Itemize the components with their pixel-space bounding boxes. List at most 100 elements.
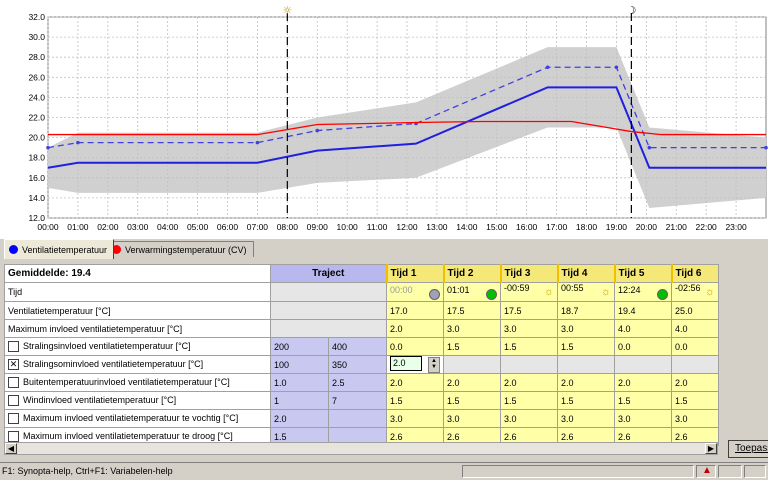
x-tick-label: 23:00 — [725, 222, 747, 232]
value-cell[interactable]: 2.0 — [386, 319, 444, 338]
tab-verwarmingstemperatuur[interactable]: Verwarmingstemperatuur (CV) — [107, 241, 254, 257]
value-cell — [671, 355, 719, 374]
scroll-right-button[interactable]: ▶ — [705, 443, 717, 454]
row-label: Maximum invloed ventilatietemperatuur te… — [23, 430, 233, 441]
value-cell[interactable]: 0.0 — [386, 337, 444, 356]
traject-max[interactable]: 400 — [328, 337, 387, 356]
row-label-cell: Maximum invloed ventilatietemperatuur te… — [4, 409, 271, 428]
time-cell[interactable]: 00:00 — [386, 282, 444, 302]
value-cell[interactable]: 4.0 — [671, 319, 719, 338]
scroll-left-button[interactable]: ◀ — [5, 443, 17, 454]
value-cell[interactable]: 3.0 — [443, 409, 501, 428]
tijd-header-3[interactable]: Tijd 3 — [499, 264, 558, 283]
status-bar: F1: Synopta-help, Ctrl+F1: Variabelen-he… — [0, 462, 768, 480]
value-cell[interactable]: 18.7 — [557, 301, 615, 320]
tijd-header-4[interactable]: Tijd 4 — [556, 264, 615, 283]
value-cell[interactable]: 2.0 — [443, 373, 501, 392]
value-cell[interactable]: 2.0 — [557, 373, 615, 392]
traject-max[interactable]: 2.5 — [328, 373, 387, 392]
value-cell[interactable]: 17.0 — [386, 301, 444, 320]
row-label-cell: Stralingsinvloed ventilatietemperatuur [… — [4, 337, 271, 356]
value-cell[interactable]: 1.5 — [443, 391, 501, 410]
time-value: 12:24 — [618, 284, 641, 295]
time-cell[interactable]: -00:59 ☼ — [500, 282, 558, 302]
traject-min[interactable]: 2.0 — [270, 409, 329, 428]
value-cell[interactable]: 3.0 — [557, 409, 615, 428]
traject-max[interactable]: 7 — [328, 391, 387, 410]
value-cell[interactable]: 2.0 — [386, 373, 444, 392]
value-cell[interactable]: 1.5 — [671, 391, 719, 410]
value-cell[interactable]: 1.5 — [557, 391, 615, 410]
traject-max[interactable] — [328, 409, 387, 428]
tab-ventilatietemperatuur[interactable]: Ventilatietemperatuur — [4, 239, 115, 259]
row-checkbox[interactable] — [8, 431, 19, 443]
traject-min[interactable]: 1 — [270, 391, 329, 410]
x-tick-label: 02:00 — [97, 222, 119, 232]
value-cell[interactable]: 25.0 — [671, 301, 719, 320]
row-label: Buitentemperatuurinvloed ventilatietempe… — [23, 376, 230, 387]
value-cell[interactable]: 3.0 — [443, 319, 501, 338]
apply-button[interactable]: Toepasse — [728, 440, 768, 458]
traject-max[interactable]: 350 — [328, 355, 387, 374]
spin-button[interactable]: ▲ ▼ — [428, 357, 440, 373]
tab-label: Ventilatietemperatuur — [22, 244, 108, 255]
sun-icon: ☼ — [704, 286, 715, 298]
temperature-chart: 32.0 30.0 28.0 26.0 24.0 22.0 20.0 18.0 16.0 14.0… — [0, 0, 768, 238]
settings-grid: Gemiddelde: 19.4 Traject Tijd 1 Tijd 2 Tijd … — [4, 264, 719, 446]
value-cell[interactable]: 3.0 — [386, 409, 444, 428]
value-cell[interactable]: 17.5 — [500, 301, 558, 320]
time-value: 00:55 — [561, 283, 584, 294]
row-label: Windinvloed ventilatietemperatuur [°C] — [23, 394, 177, 405]
value-cell[interactable]: 4.0 — [614, 319, 672, 338]
time-cell[interactable]: 01:01 — [443, 282, 501, 302]
value-cell[interactable]: 1.5 — [500, 337, 558, 356]
value-cell[interactable]: 0.0 — [614, 337, 672, 356]
y-tick-label: 22.0 — [28, 113, 45, 123]
x-tick-label: 14:00 — [456, 222, 478, 232]
horizontal-scrollbar[interactable]: ◀ ▶ — [4, 442, 718, 455]
value-cell[interactable]: 19.4 — [614, 301, 672, 320]
sun-icon: ☼ — [543, 286, 554, 298]
tijd-header-2[interactable]: Tijd 2 — [442, 264, 501, 283]
value-editor[interactable]: 2.0 ▲ ▼ — [386, 355, 444, 374]
x-tick-label: 00:00 — [37, 222, 59, 232]
row-label: Stralingsominvloed ventilatietemperatuur… — [23, 358, 204, 369]
time-cell[interactable]: 00:55 ☼ — [557, 282, 615, 302]
row-checkbox[interactable] — [8, 377, 19, 389]
row-checkbox[interactable]: ✕ — [8, 359, 19, 371]
row-checkbox[interactable] — [8, 413, 19, 425]
time-value: -02:56 — [675, 283, 701, 294]
value-cell[interactable]: 1.5 — [443, 337, 501, 356]
value-cell[interactable]: 2.0 — [614, 373, 672, 392]
y-tick-label: 26.0 — [28, 72, 45, 82]
value-cell — [557, 355, 615, 374]
row-checkbox[interactable] — [8, 395, 19, 407]
value-cell[interactable]: 3.0 — [557, 319, 615, 338]
value-cell[interactable]: 0.0 — [671, 337, 719, 356]
sun-icon: ☼ — [600, 286, 611, 298]
row-checkbox[interactable] — [8, 341, 19, 353]
value-cell[interactable]: 1.5 — [386, 391, 444, 410]
traject-min[interactable]: 1.0 — [270, 373, 329, 392]
value-cell[interactable]: 3.0 — [500, 409, 558, 428]
value-input[interactable]: 2.0 — [390, 356, 422, 371]
sun-icon: ☼ — [282, 4, 292, 17]
value-cell[interactable]: 3.0 — [671, 409, 719, 428]
value-cell[interactable]: 1.5 — [557, 337, 615, 356]
time-cell[interactable]: 12:24 — [614, 282, 672, 302]
tijd-header-5[interactable]: Tijd 5 — [613, 264, 672, 283]
time-value: 00:00 — [390, 284, 413, 295]
value-cell[interactable]: 1.5 — [614, 391, 672, 410]
tijd-header-1[interactable]: Tijd 1 — [385, 264, 444, 283]
value-cell[interactable]: 2.0 — [500, 373, 558, 392]
traject-min[interactable]: 200 — [270, 337, 329, 356]
value-cell[interactable]: 1.5 — [500, 391, 558, 410]
tijd-header-6[interactable]: Tijd 6 — [670, 264, 719, 283]
time-value: -00:59 — [504, 283, 530, 294]
value-cell[interactable]: 3.0 — [500, 319, 558, 338]
value-cell[interactable]: 3.0 — [614, 409, 672, 428]
value-cell[interactable]: 17.5 — [443, 301, 501, 320]
traject-min[interactable]: 100 — [270, 355, 329, 374]
value-cell[interactable]: 2.0 — [671, 373, 719, 392]
time-cell[interactable]: -02:56 ☼ — [671, 282, 719, 302]
